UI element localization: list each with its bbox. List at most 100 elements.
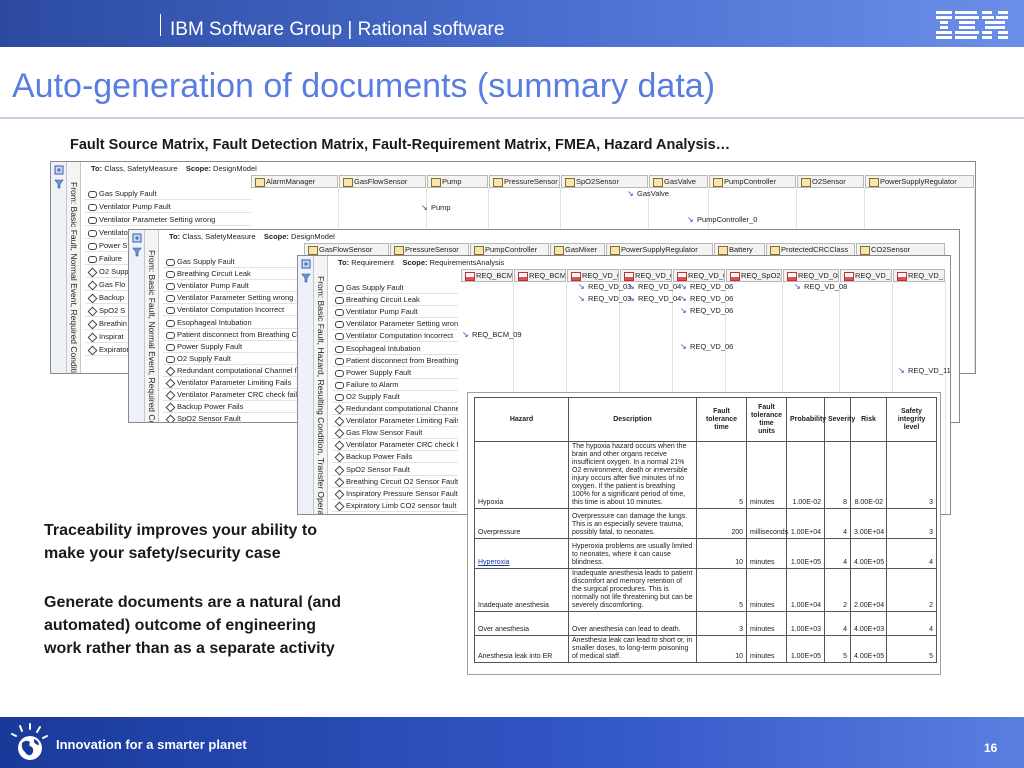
- matrix-row-header[interactable]: Gas Supply Fault: [85, 188, 251, 200]
- matrix-row-header[interactable]: O2 Supply Fault: [163, 353, 303, 365]
- table-cell-time: 5: [696, 568, 747, 612]
- matrix-cell[interactable]: REQ_VD_11: [898, 366, 950, 376]
- matrix-cell[interactable]: REQ_VD_04: [628, 282, 681, 292]
- matrix-row-header[interactable]: Ventilator Pump Fault: [332, 306, 458, 319]
- matrix-column-header[interactable]: AlarmManager: [251, 175, 338, 188]
- matrix-row-header[interactable]: SpO2 Sensor Fault: [163, 413, 303, 422]
- matrix-column-header[interactable]: REQ_VD_06: [673, 269, 725, 282]
- matrix-row-header[interactable]: Ventilator Computation Incorrect: [332, 330, 458, 343]
- software-group-label: IBM Software Group | Rational software: [170, 19, 505, 40]
- table-cell-hazard: Anesthesia leak into ER: [474, 635, 569, 663]
- filter-icon[interactable]: [132, 247, 142, 257]
- matrix-settings-icon[interactable]: [54, 165, 64, 175]
- table-cell-units: minutes: [746, 568, 787, 612]
- matrix-row-header[interactable]: Ventilator Parameter Limiting Fails: [163, 377, 303, 389]
- matrix-column-header[interactable]: REQ_VD_11: [893, 269, 945, 282]
- table-cell-sil: 5: [886, 635, 937, 663]
- matrix-cell[interactable]: REQ_VD_08: [794, 282, 847, 292]
- matrix-row-header[interactable]: Gas Supply Fault: [163, 256, 303, 268]
- matrix-row-header[interactable]: Esophageal Intubation: [163, 317, 303, 329]
- matrix-row-header[interactable]: Redundant computational Channel fails: [163, 365, 303, 377]
- table-cell-units: minutes: [746, 441, 787, 509]
- matrix-cell[interactable]: REQ_VD_06: [680, 306, 733, 316]
- matrix-column-header[interactable]: PressureSensor: [489, 175, 560, 188]
- matrix-row-header[interactable]: Expiratory Limb CO2 sensor fault: [332, 500, 458, 512]
- table-cell-probability: 1.00E+03: [786, 611, 825, 636]
- matrix-row-header[interactable]: Ventilator Parameter Setting wrong: [163, 292, 303, 305]
- matrix-row-header[interactable]: Gas Supply Fault: [332, 282, 458, 294]
- traceability-paragraph: Traceability improves your ability to ma…: [44, 519, 317, 565]
- matrix-row-header[interactable]: Ventilator Pump Fault: [163, 280, 303, 293]
- matrix-row-header[interactable]: Ventilator Parameter Setting wrong: [85, 214, 251, 226]
- matrix-column-header[interactable]: PumpController: [709, 175, 796, 188]
- matrix-row-header[interactable]: Ventilator Computation Incorrect: [163, 304, 303, 317]
- matrix-row-header[interactable]: Breathing Circuit Leak: [163, 268, 303, 281]
- text-line: work rather than as a separate activity: [44, 640, 335, 657]
- matrix-cell[interactable]: REQ_VD_04: [628, 294, 681, 304]
- matrix-column-header[interactable]: REQ_VD_03: [567, 269, 619, 282]
- matrix-column-header[interactable]: GasValve: [649, 175, 708, 188]
- table-cell-risk: 8.00E-02: [850, 441, 887, 509]
- matrix-settings-icon[interactable]: [132, 233, 142, 243]
- table-cell-hazard: Overpressure: [474, 508, 569, 539]
- table-cell-severity: 4: [824, 508, 851, 539]
- matrix-column-header[interactable]: REQ_VD_10: [840, 269, 892, 282]
- column-header: Hazard: [474, 397, 569, 442]
- matrix-row-header[interactable]: Ventilator Parameter Setting wrong: [332, 318, 458, 331]
- matrix-column-header[interactable]: Pump: [427, 175, 488, 188]
- matrix-row-header[interactable]: O2 Supply Fault: [332, 391, 458, 403]
- matrix-column-header[interactable]: GasFlowSensor: [339, 175, 426, 188]
- matrix-column-header[interactable]: O2Sensor: [797, 175, 864, 188]
- matrix-row-header[interactable]: SpO2 Sensor Fault: [332, 464, 458, 476]
- column-header: Probability: [786, 397, 826, 442]
- matrix-row-header[interactable]: Patient disconnect from Breathing Circui…: [332, 355, 458, 367]
- table-cell-risk: 4.00E+05: [850, 538, 887, 569]
- text-line: automated) outcome of engineering: [44, 617, 317, 634]
- matrix-row-header[interactable]: Breathing Circuit O2 Sensor Fault: [332, 476, 458, 488]
- filter-icon[interactable]: [301, 273, 311, 283]
- matrix-column-header[interactable]: REQ_SpO2_01: [726, 269, 782, 282]
- table-cell-severity: 8: [824, 441, 851, 509]
- matrix-column-header[interactable]: REQ_BCM_09: [461, 269, 513, 282]
- matrix-cell[interactable]: REQ_VD_06: [680, 342, 733, 352]
- table-cell-probability: 1.00E+04: [786, 508, 825, 539]
- matrix-row-header[interactable]: Redundant computational Channel fails: [332, 403, 458, 415]
- header-divider: [0, 117, 1024, 119]
- matrix-column-header[interactable]: PowerSupplyRegulator: [865, 175, 974, 188]
- matrix-row-header[interactable]: Inspiratory Pressure Sensor Fault: [332, 488, 458, 500]
- matrix-cell[interactable]: REQ_VD_06: [680, 282, 733, 292]
- matrix-cell[interactable]: GasValve: [627, 189, 669, 199]
- matrix-cell[interactable]: REQ_VD_06: [680, 294, 733, 304]
- matrix-column-header[interactable]: REQ_VD_04: [620, 269, 672, 282]
- matrix-row-header[interactable]: Patient disconnect from Breathing Circu: [163, 329, 303, 341]
- column-header: Fault tolerance time units: [746, 397, 787, 442]
- matrix-column-header[interactable]: SpO2Sensor: [561, 175, 648, 188]
- matrix-row-header[interactable]: Esophageal Intubation: [332, 343, 458, 355]
- table-cell-risk: 3.00E+04: [850, 508, 887, 539]
- matrix-cell[interactable]: REQ_BCM_09: [462, 330, 522, 340]
- filter-icon[interactable]: [54, 179, 64, 189]
- matrix-row-header[interactable]: Power Supply Fault: [332, 367, 458, 379]
- slide-footer: Innovation for a smarter planet 16: [0, 717, 1024, 768]
- matrix-column-header[interactable]: REQ_VD_08: [783, 269, 839, 282]
- matrix-column-header[interactable]: REQ_BCM_11: [514, 269, 566, 282]
- matrix-row-header[interactable]: Gas Flow Sensor Fault: [332, 427, 458, 440]
- matrix-row-header[interactable]: Ventilator Parameter CRC check fails: [332, 439, 458, 452]
- matrix-row-header[interactable]: Failure to Alarm: [332, 379, 458, 391]
- matrix-cell[interactable]: REQ_VD_03: [578, 294, 631, 304]
- matrix-row-header[interactable]: Ventilator Parameter Limiting Fails: [332, 415, 458, 428]
- matrix-cell[interactable]: REQ_VD_03: [578, 282, 631, 292]
- table-cell-description: Over anesthesia can lead to death.: [568, 611, 697, 636]
- matrix-cell[interactable]: PumpController_0: [687, 215, 757, 225]
- matrix-cell[interactable]: Pump: [421, 203, 451, 213]
- header-bar: IBM Software Group | Rational software: [0, 0, 1024, 47]
- matrix-row-header[interactable]: Ventilator Parameter CRC check fails: [163, 389, 303, 402]
- table-cell-sil: 3: [886, 441, 937, 509]
- matrix-row-header[interactable]: Breathing Circuit Leak: [332, 294, 458, 307]
- matrix-settings-icon[interactable]: [301, 259, 311, 269]
- matrix-row-header[interactable]: Backup Power Fails: [163, 401, 303, 414]
- table-cell-hazard: Over anesthesia: [474, 611, 569, 636]
- matrix-row-header[interactable]: Backup Power Fails: [332, 451, 458, 464]
- matrix-row-header[interactable]: Power Supply Fault: [163, 341, 303, 353]
- matrix-row-header[interactable]: Ventilator Pump Fault: [85, 201, 251, 213]
